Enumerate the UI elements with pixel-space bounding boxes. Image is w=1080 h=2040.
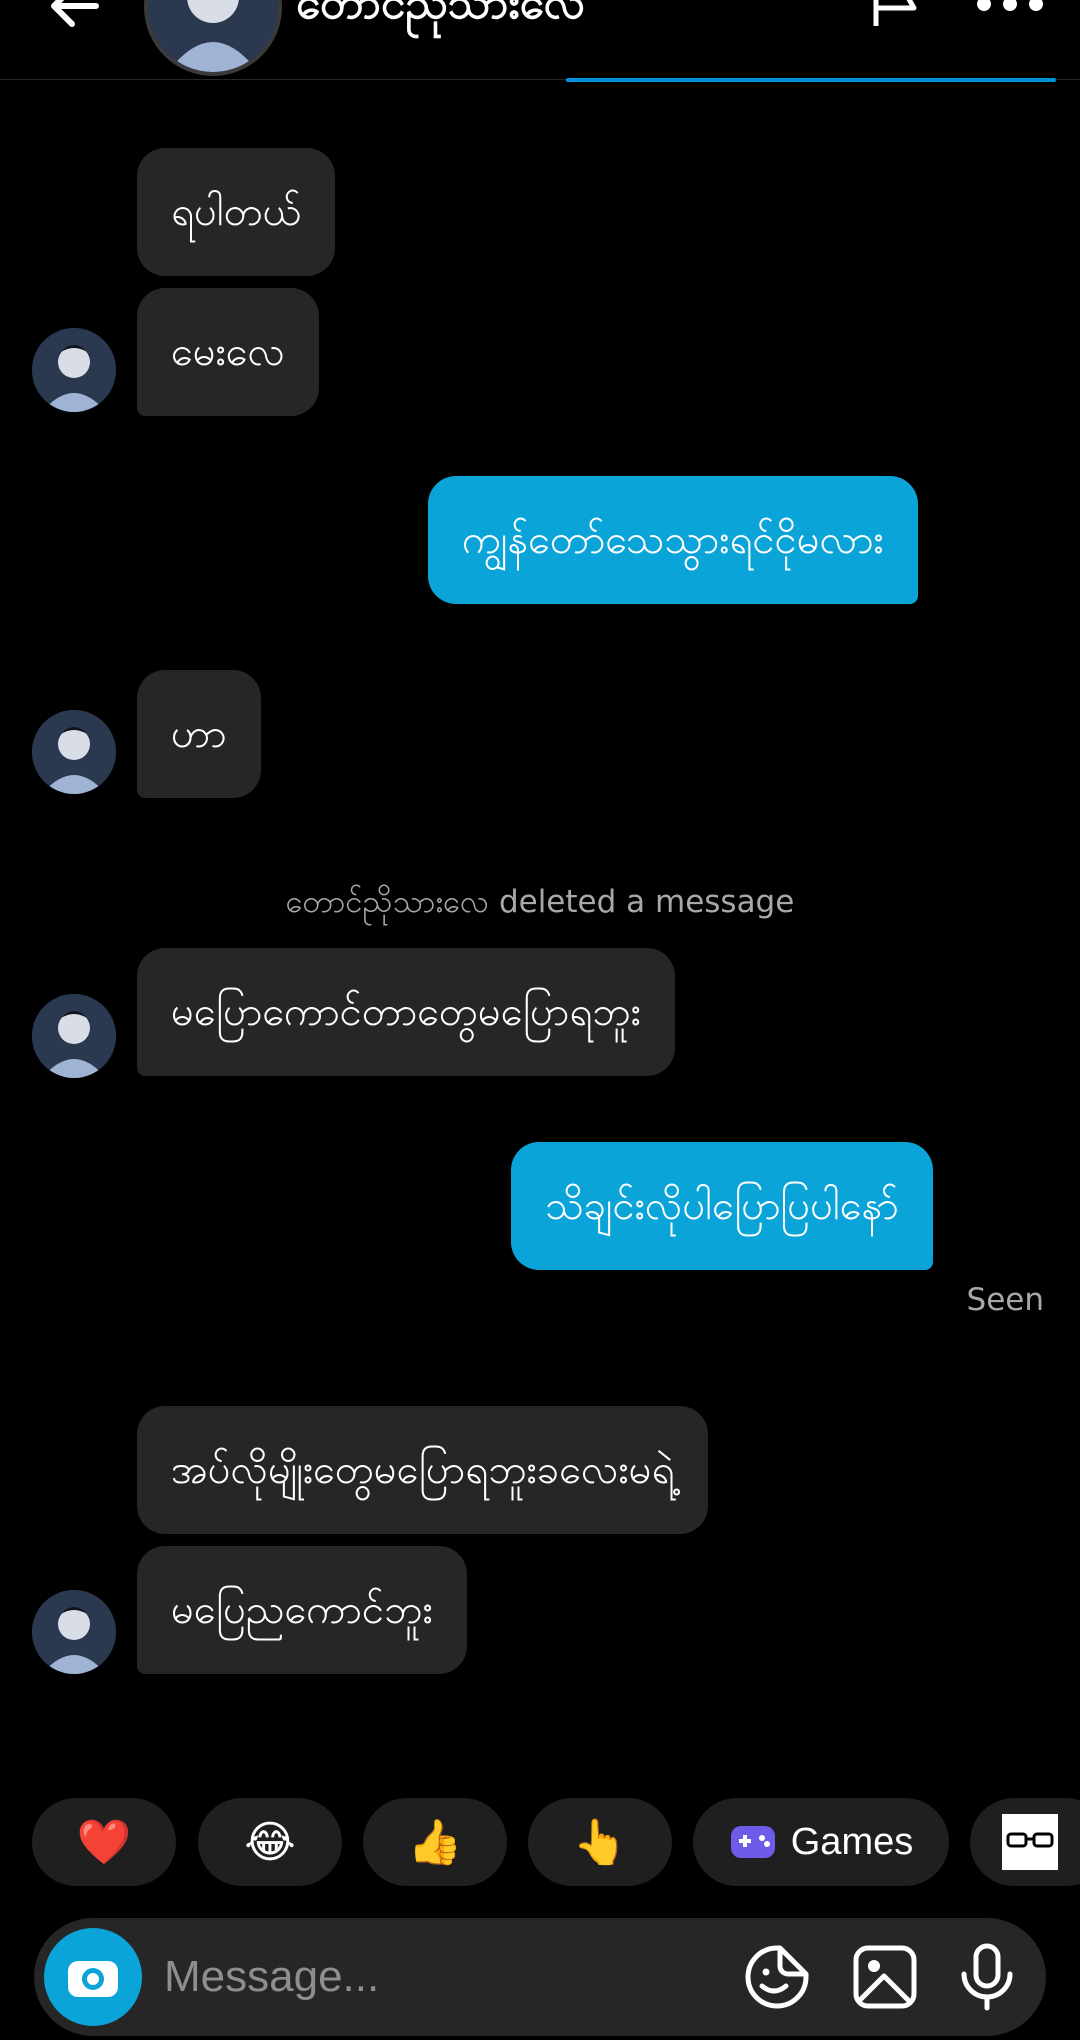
message-composer	[34, 1918, 1046, 2036]
sender-avatar[interactable]	[32, 328, 116, 412]
flag-button[interactable]	[866, 0, 926, 26]
back-arrow-icon	[51, 0, 99, 27]
system-note-action: deleted a message	[489, 884, 795, 920]
more-button[interactable]	[970, 0, 1050, 20]
back-button[interactable]	[40, 0, 120, 46]
system-note-name: တောင်ညိုသားလေ	[285, 884, 490, 920]
seen-status: Seen	[966, 1282, 1044, 1318]
thumbs-up-emoji: 👍	[407, 1817, 463, 1868]
message-bubble[interactable]: မပြေညကောင်ဘူး	[137, 1546, 467, 1674]
message-bubble[interactable]: သိချင်းလိုပါပြောပြပါနော်	[511, 1142, 933, 1270]
sender-avatar[interactable]	[32, 710, 116, 794]
gallery-button[interactable]	[850, 1942, 920, 2012]
message-bubble[interactable]: မပြောကောင်တာတွေမပြောရဘူး	[137, 948, 675, 1076]
heart-emoji: ❤️	[76, 1817, 132, 1868]
games-button[interactable]: Games	[693, 1798, 949, 1886]
games-label: Games	[790, 1820, 914, 1863]
message-bubble[interactable]: ကျွန်တော်သေသွားရင်ငိုမလား	[428, 476, 918, 604]
gallery-icon	[853, 1945, 917, 2009]
flag-icon	[873, 0, 917, 26]
message-bubble[interactable]: ရပါတယ်	[137, 148, 336, 276]
sticker-icon	[745, 1945, 809, 2009]
glasses-icon	[1002, 1814, 1058, 1870]
contact-name[interactable]: တောင်ညိုသားလေ	[296, 0, 585, 40]
gamepad-icon	[730, 1826, 775, 1858]
contact-avatar[interactable]	[144, 0, 282, 76]
more-icon	[977, 0, 1043, 11]
chat-header: တောင်ညိုသားလေ	[0, 0, 1080, 82]
microphone-button[interactable]	[952, 1942, 1022, 2012]
sender-avatar[interactable]	[32, 1590, 116, 1674]
reaction-heart-button[interactable]: ❤️	[32, 1798, 176, 1886]
message-bubble[interactable]: အပ်လိုမျိုးတွေမပြောရဘူးခလေးမရဲ့	[137, 1406, 709, 1534]
message-bubble[interactable]: မေးလေ	[137, 288, 319, 416]
chat-screen: တောင်ညိုသားလေ ရပါတယ် မေးလေ ကျွန်တော်သေသွ…	[0, 0, 1080, 2040]
microphone-icon	[961, 1943, 1013, 2011]
reaction-laugh-button[interactable]: 😂	[198, 1798, 342, 1886]
sender-avatar[interactable]	[32, 994, 116, 1078]
effects-button[interactable]	[970, 1798, 1080, 1886]
sticker-button[interactable]	[742, 1942, 812, 2012]
pointing-emoji: 👆	[572, 1817, 628, 1868]
message-bubble[interactable]: ဟာ	[137, 670, 261, 798]
laugh-emoji: 😂	[244, 1816, 296, 1868]
camera-icon	[68, 1961, 118, 1997]
reaction-thumbs-up-button[interactable]: 👍	[363, 1798, 507, 1886]
header-accent-bar	[566, 78, 1056, 82]
deleted-message-note: တောင်ညိုသားလေ deleted a message	[0, 882, 1080, 928]
camera-button[interactable]	[44, 1928, 142, 2026]
message-input[interactable]	[164, 1918, 724, 2036]
reaction-pointing-button[interactable]: 👆	[528, 1798, 672, 1886]
